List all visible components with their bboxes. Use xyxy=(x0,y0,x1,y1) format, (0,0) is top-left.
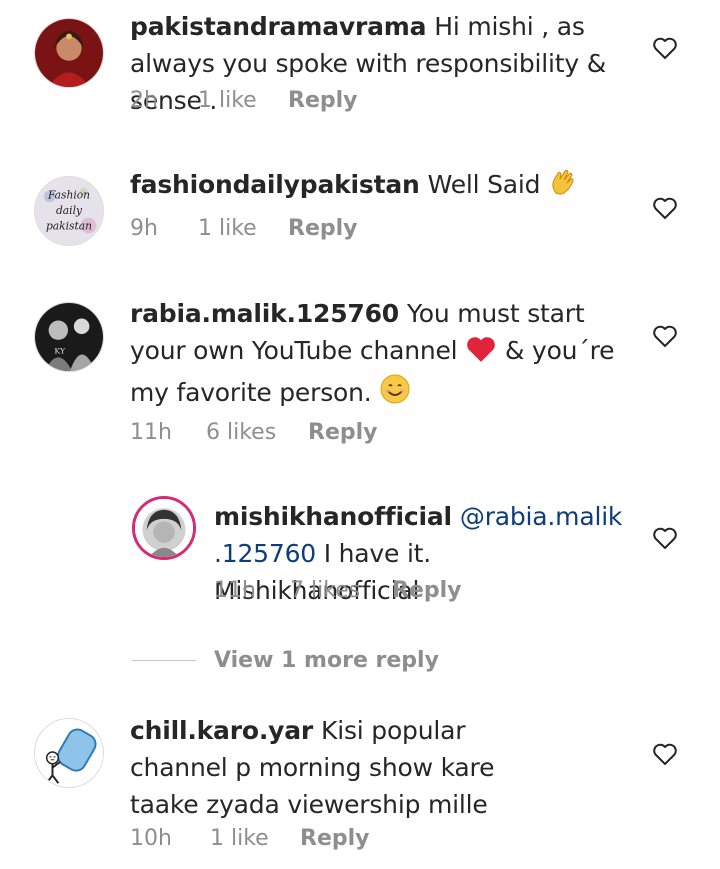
comment-likes[interactable]: 7 likes xyxy=(290,578,392,603)
comment-meta: 2h 1 like Reply xyxy=(130,88,358,113)
comment-likes[interactable]: 1 like xyxy=(210,826,300,851)
avatar[interactable] xyxy=(132,496,196,560)
comment-meta: 11h 7 likes Reply xyxy=(214,578,462,603)
avatar-text: Fashion xyxy=(47,188,90,201)
comment-text: chill.karo.yar Kisi popular channel p mor… xyxy=(130,712,570,823)
avatar[interactable]: Fashion daily pakistan xyxy=(34,176,104,246)
clapping-hands-icon xyxy=(548,167,578,207)
comment-username[interactable]: fashiondailypakistan xyxy=(130,170,420,199)
view-more-label: View 1 more reply xyxy=(214,648,439,673)
like-heart-icon[interactable] xyxy=(652,324,678,348)
comment-meta: 11h 6 likes Reply xyxy=(130,420,378,445)
comment-meta: 10h 1 like Reply xyxy=(130,826,370,851)
avatar-image: KY xyxy=(35,303,103,371)
like-heart-icon[interactable] xyxy=(652,742,678,766)
like-heart-icon[interactable] xyxy=(652,196,678,220)
comment-likes[interactable]: 1 like xyxy=(198,216,288,241)
avatar-text: daily xyxy=(56,204,83,217)
comment-body: Well Said xyxy=(427,170,541,199)
comment-likes[interactable]: 6 likes xyxy=(206,420,308,445)
svg-text:KY: KY xyxy=(54,347,66,356)
comment-username[interactable]: chill.karo.yar xyxy=(130,716,313,745)
avatar-image: Fashion daily pakistan xyxy=(35,177,103,245)
avatar-image xyxy=(35,719,103,787)
reply-button[interactable]: Reply xyxy=(288,216,358,241)
comment-text: rabia.malik.125760 You must start your ow… xyxy=(130,295,640,415)
reply-button[interactable]: Reply xyxy=(308,420,378,445)
reply-button[interactable]: Reply xyxy=(392,578,462,603)
avatar[interactable] xyxy=(34,18,104,88)
comment-meta: 9h 1 like Reply xyxy=(130,216,358,241)
avatar-image xyxy=(135,499,193,557)
reply-button[interactable]: Reply xyxy=(288,88,358,113)
comment-time: 11h xyxy=(214,578,256,603)
smiling-face-icon xyxy=(379,373,411,415)
comment-time: 10h xyxy=(130,826,172,851)
comment-time: 9h xyxy=(130,216,158,241)
avatar-text: pakistan xyxy=(46,219,92,232)
avatar[interactable] xyxy=(34,718,104,788)
comment-username[interactable]: pakistandramavrama xyxy=(130,12,426,41)
red-heart-icon xyxy=(465,335,497,373)
comment-username[interactable]: rabia.malik.125760 xyxy=(130,299,399,328)
like-heart-icon[interactable] xyxy=(652,526,678,550)
comment-time: 11h xyxy=(130,420,172,445)
reply-button[interactable]: Reply xyxy=(300,826,370,851)
comment-text: fashiondailypakistan Well Said xyxy=(130,166,650,207)
view-more-replies-button[interactable]: View 1 more reply xyxy=(132,648,439,673)
comment-likes[interactable]: 1 like xyxy=(198,88,288,113)
comment-time: 2h xyxy=(130,88,158,113)
view-more-divider xyxy=(132,660,196,661)
avatar[interactable]: KY xyxy=(34,302,104,372)
avatar-image xyxy=(35,19,103,87)
like-heart-icon[interactable] xyxy=(652,36,678,60)
comment-username[interactable]: mishikhanofficial xyxy=(214,502,452,531)
